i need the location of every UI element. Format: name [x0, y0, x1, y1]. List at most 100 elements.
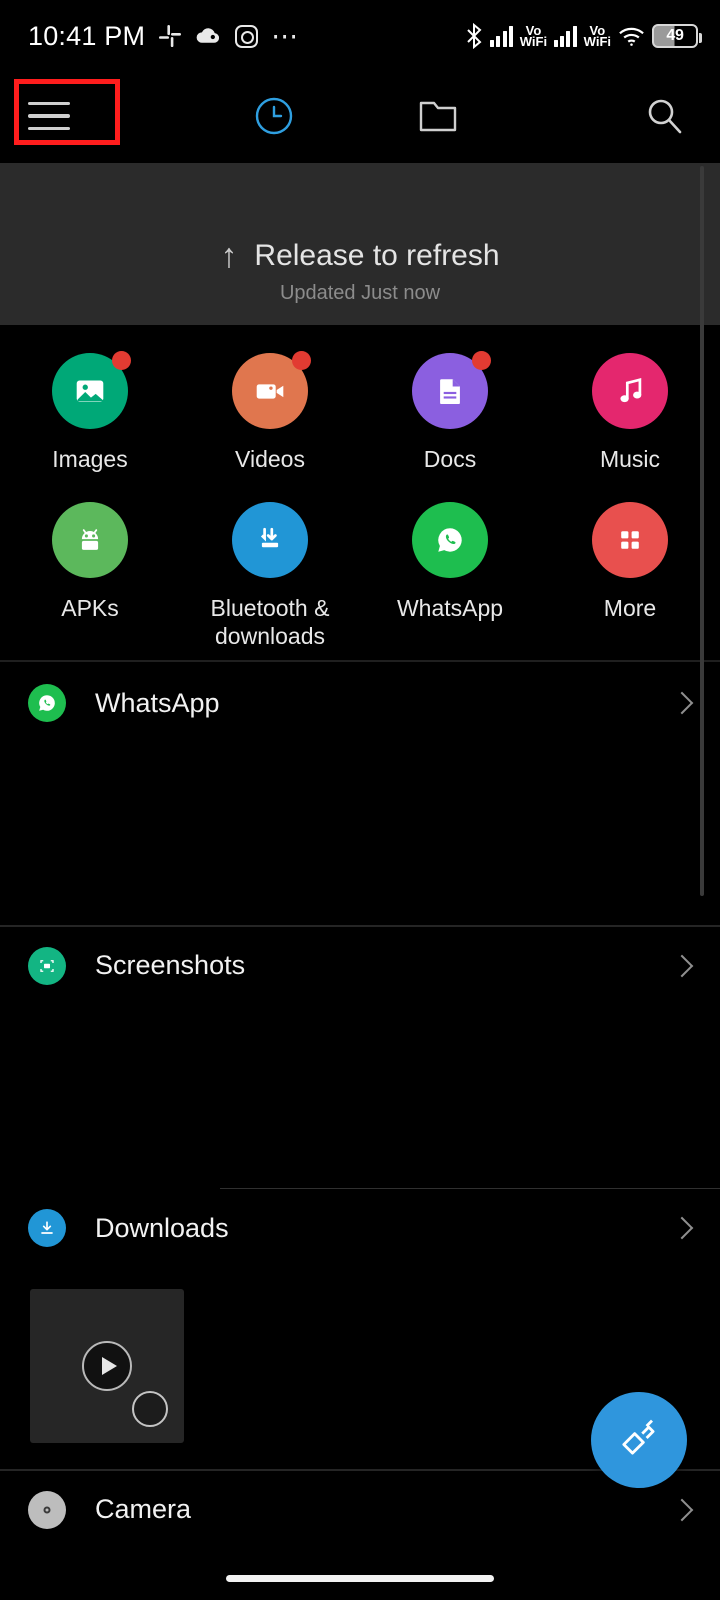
category-more[interactable]: More: [540, 502, 720, 650]
refresh-sublabel: Updated Just now: [279, 282, 441, 304]
battery-icon: 49: [652, 24, 702, 48]
document-icon: [430, 371, 470, 411]
category-apks[interactable]: APKs: [0, 502, 180, 650]
list-section-camera: Camera: [0, 1471, 720, 1549]
category-icon-circle[interactable]: [52, 502, 128, 578]
badge-dot: [112, 351, 131, 370]
top-toolbar: [0, 72, 720, 160]
video-thumbnail[interactable]: [30, 1289, 184, 1443]
refresh-label: Release to refresh: [254, 239, 500, 272]
grid-more-icon: [610, 520, 650, 560]
tab-recent[interactable]: [192, 72, 356, 160]
clock-recent-icon[interactable]: [252, 94, 296, 138]
section-content-empty: [0, 742, 720, 925]
category-label: Music: [599, 446, 661, 472]
category-videos[interactable]: Videos: [180, 351, 360, 473]
hamburger-menu-icon[interactable]: [28, 101, 70, 131]
section-header[interactable]: Downloads: [0, 1189, 720, 1267]
cloud-icon: [195, 25, 222, 47]
music-note-icon: [610, 371, 650, 411]
category-label: More: [603, 595, 657, 621]
category-label: Bluetooth & downloads: [210, 595, 330, 649]
section-title: Camera: [95, 1494, 192, 1524]
section-title: Screenshots: [95, 950, 246, 980]
section-title: Downloads: [95, 1212, 229, 1243]
category-music[interactable]: Music: [540, 353, 720, 473]
category-icon-circle[interactable]: [52, 351, 131, 429]
category-icon-circle[interactable]: [592, 502, 668, 578]
category-docs[interactable]: Docs: [360, 351, 540, 473]
section-header[interactable]: Screenshots: [0, 927, 720, 1005]
category-label: Videos: [235, 446, 305, 472]
section-header[interactable]: WhatsApp: [0, 664, 720, 742]
clean-fab-button[interactable]: [591, 1392, 687, 1488]
section-title: WhatsApp: [95, 687, 220, 718]
video-camera-icon: [250, 371, 290, 411]
tab-folders[interactable]: [356, 72, 520, 160]
screenshot-icon: [28, 946, 66, 985]
badge-dot: [292, 351, 311, 370]
search-icon[interactable]: [644, 96, 684, 136]
signal-bars-icon-1: [490, 25, 513, 47]
bluetooth-icon: [465, 23, 483, 49]
status-bar: 10:41 PM ⋯ Vo WiFi Vo WiFi 49: [0, 0, 720, 72]
status-time: 10:41 PM: [28, 20, 146, 51]
category-bluetooth-downloads[interactable]: Bluetooth & downloads: [180, 502, 360, 650]
android-robot-icon: [70, 520, 110, 560]
category-row-1: Images Videos Docs Music: [0, 325, 720, 473]
instagram-icon: [235, 24, 259, 48]
up-arrow-icon: ↑: [220, 237, 238, 275]
section-separator: [0, 660, 720, 662]
whatsapp-icon: [430, 520, 470, 560]
battery-level: 49: [666, 27, 684, 44]
folder-icon[interactable]: [418, 98, 458, 134]
chevron-right-icon[interactable]: [670, 954, 694, 977]
category-label: Images: [52, 446, 128, 472]
search-button[interactable]: [520, 72, 720, 160]
category-label: APKs: [61, 595, 119, 621]
category-icon-circle[interactable]: [592, 353, 668, 429]
whatsapp-icon: [28, 684, 66, 722]
section-header[interactable]: Camera: [0, 1471, 720, 1549]
category-grid: Images Videos Docs Music APKs Bluetooth …: [0, 325, 720, 662]
category-icon-circle[interactable]: [412, 502, 488, 578]
vertical-scrollbar[interactable]: [700, 166, 704, 896]
category-icon-circle[interactable]: [232, 502, 308, 578]
play-icon[interactable]: [82, 1341, 132, 1391]
selection-circle-icon[interactable]: [132, 1391, 168, 1427]
camera-icon: [28, 1490, 66, 1529]
slack-icon: [158, 24, 182, 48]
volte-wifi-label-1: Vo WiFi: [519, 24, 548, 49]
download-icon: [28, 1209, 66, 1247]
volte-wifi-label-2: Vo WiFi: [583, 24, 611, 49]
volte-line2: WiFi: [583, 34, 611, 49]
status-bar-right: Vo WiFi Vo WiFi 49: [465, 23, 702, 49]
clean-brush-icon: [613, 1412, 665, 1469]
chevron-right-icon[interactable]: [670, 1498, 694, 1521]
bluetooth-download-icon: [250, 520, 290, 560]
signal-bars-icon-2: [554, 25, 577, 47]
list-section-whatsapp: WhatsApp: [0, 664, 720, 927]
chevron-right-icon[interactable]: [670, 1216, 694, 1240]
volte-line2: WiFi: [519, 34, 548, 49]
badge-dot: [472, 351, 491, 370]
chevron-right-icon[interactable]: [670, 691, 694, 715]
section-content-empty: [0, 1005, 720, 1188]
refresh-row: ↑ Release to refresh: [220, 239, 499, 273]
category-label: WhatsApp: [396, 595, 504, 621]
image-icon: [70, 371, 110, 411]
category-label: Docs: [423, 446, 477, 472]
wifi-icon: [618, 25, 645, 47]
list-section-screenshots: Screenshots: [0, 927, 720, 1189]
category-whatsapp[interactable]: WhatsApp: [360, 502, 540, 650]
menu-button[interactable]: [0, 72, 192, 160]
category-icon-circle[interactable]: [232, 351, 311, 429]
overflow-dots-icon: ⋯: [271, 21, 300, 51]
pull-to-refresh-panel: ↑ Release to refresh Updated Just now: [0, 163, 720, 325]
category-row-2: APKs Bluetooth & downloads WhatsApp More: [0, 473, 720, 650]
status-bar-left: 10:41 PM ⋯: [28, 21, 299, 52]
category-icon-circle[interactable]: [412, 351, 491, 429]
home-gesture-bar: [226, 1575, 494, 1582]
phone-screen: 10:41 PM ⋯ Vo WiFi Vo WiFi 49 ↑ Release …: [0, 0, 720, 1600]
category-images[interactable]: Images: [0, 351, 180, 473]
